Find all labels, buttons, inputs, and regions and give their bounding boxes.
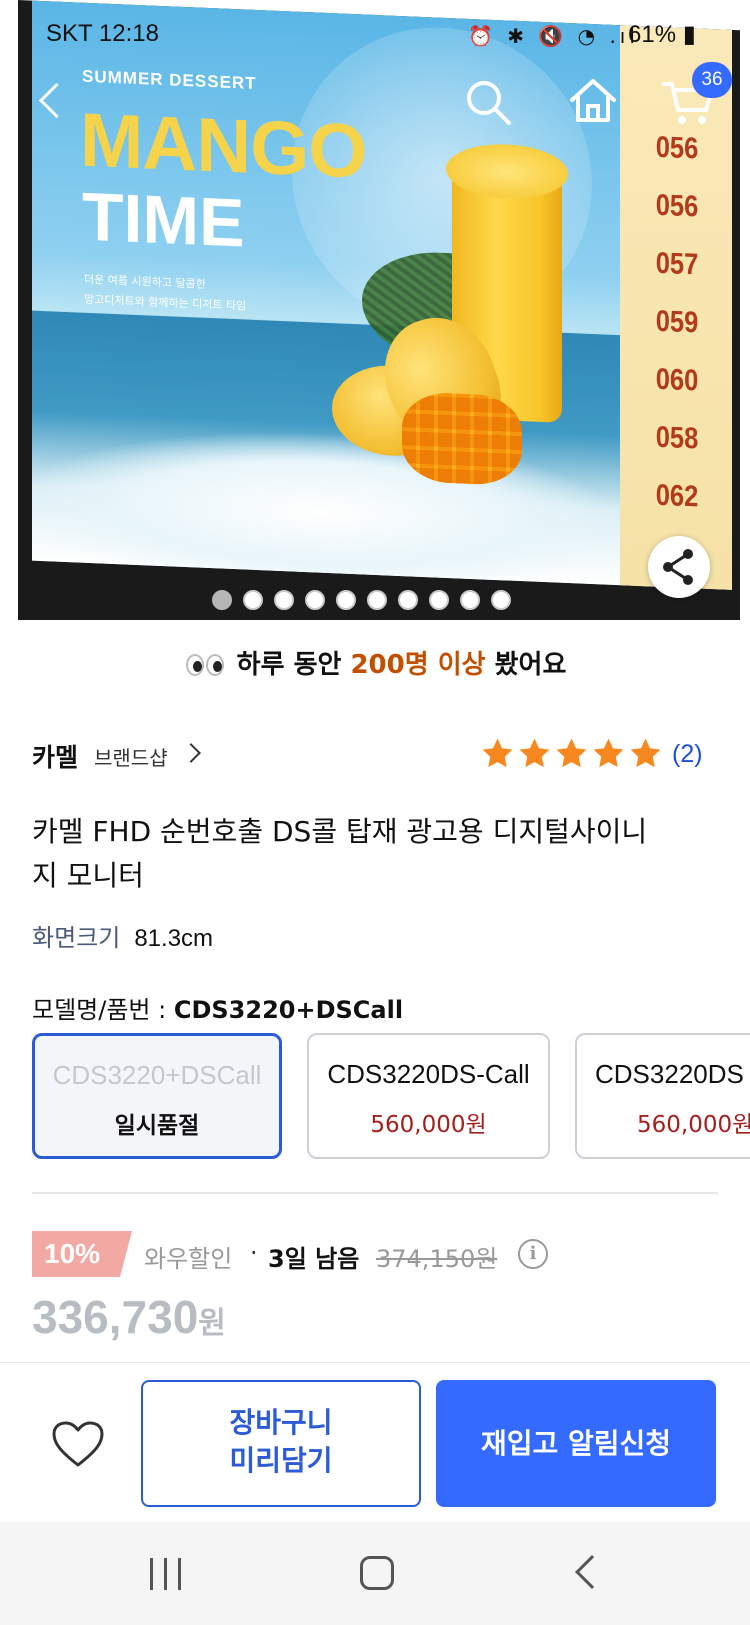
discount-type: 와우할인	[144, 1245, 233, 1273]
queue-number: 056	[655, 188, 699, 224]
ad-small-text: SUMMER DESSERT	[82, 66, 257, 93]
search-icon	[467, 81, 511, 125]
ad-subtitle-2: 망고디저트와 함께하는 디저트 타임	[84, 292, 247, 313]
back-button[interactable]	[30, 78, 70, 126]
heart-icon	[52, 1421, 104, 1467]
status-icons: ⏰ ✱ 🔇 ◔ .ıl	[468, 24, 639, 48]
spec-value: 81.3cm	[134, 925, 214, 952]
brand-shop-link[interactable]: 브랜드샵	[94, 742, 168, 771]
queue-number: 062	[655, 478, 699, 514]
product-title: 카멜 FHD 순번호출 DS콜 탑재 광고용 디지털사이니지 모니터	[32, 815, 648, 892]
queue-number: 056	[655, 130, 699, 166]
view-count-highlight: 200명 이상	[350, 650, 486, 680]
queue-number: 060	[655, 362, 699, 398]
carousel-dot[interactable]	[460, 590, 480, 610]
product-image-carousel[interactable]: SUMMER DESSERT MANGO TIME 더운 여름 시원하고 달콤한…	[0, 0, 750, 620]
system-navigation-bar	[0, 1522, 750, 1625]
queue-number: 058	[655, 420, 699, 456]
star-icon	[556, 738, 587, 768]
carousel-indicator	[212, 590, 511, 610]
system-home-button[interactable]	[360, 1556, 394, 1590]
system-back-button[interactable]	[575, 1555, 609, 1589]
mango-cube-image	[402, 391, 522, 487]
star-icon	[593, 738, 624, 768]
option-name: CDS3220+DSCall	[52, 1060, 262, 1090]
spec-label: 화면크기	[32, 924, 121, 952]
discount-row: 10% 와우할인 · 3일 남음 374,150원 i	[32, 1231, 732, 1277]
ad-title-time: TIME	[82, 178, 245, 262]
option-card[interactable]: CDS3220DS 560,000원	[575, 1033, 750, 1159]
battery-level: 61% ▮	[628, 21, 696, 48]
discount-rate-badge: 10%	[32, 1231, 132, 1277]
option-price: 560,000원	[637, 1112, 750, 1138]
option-card[interactable]: CDS3220DS-Call 560,000원	[307, 1033, 550, 1159]
carousel-dot-active[interactable]	[212, 590, 232, 610]
option-soldout: 일시품절	[114, 1113, 200, 1139]
monitor-frame: SUMMER DESSERT MANGO TIME 더운 여름 시원하고 달콤한…	[18, 0, 740, 620]
spec-screen-size: 화면크기 81.3cm	[32, 918, 213, 953]
ad-subtitle-1: 더운 여름 시원하고 달콤한	[84, 272, 206, 291]
discount-remaining: 3일 남음	[268, 1245, 360, 1273]
view-count-notice: 하루 동안 200명 이상 봤어요	[0, 644, 750, 681]
ad-title-mango: MANGO	[80, 97, 367, 195]
carousel-dot[interactable]	[336, 590, 356, 610]
brand-row: 카멜 브랜드샵 (2)	[32, 736, 718, 776]
divider	[32, 1192, 718, 1194]
queue-number: 059	[655, 304, 699, 340]
recent-apps-button[interactable]	[150, 1558, 184, 1590]
carrier-time: SKT 12:18	[46, 20, 159, 47]
home-button[interactable]	[566, 74, 620, 128]
review-count[interactable]: (2)	[672, 740, 703, 769]
sale-price: 336,730원	[32, 1291, 226, 1343]
carousel-dot[interactable]	[398, 590, 418, 610]
info-icon[interactable]: i	[518, 1239, 548, 1269]
share-button[interactable]	[648, 536, 710, 598]
carousel-dot[interactable]	[243, 590, 263, 610]
star-icon	[482, 738, 513, 768]
original-price: 374,150원	[376, 1245, 498, 1273]
brand-name[interactable]: 카멜	[32, 738, 78, 774]
carousel-dot[interactable]	[429, 590, 449, 610]
add-to-cart-preorder-button[interactable]: 장바구니 미리담기	[141, 1380, 421, 1507]
ad-screen: SUMMER DESSERT MANGO TIME 더운 여름 시원하고 달콤한…	[32, 0, 732, 590]
wishlist-button[interactable]	[50, 1419, 106, 1469]
carousel-dot[interactable]	[305, 590, 325, 610]
share-icon	[663, 549, 693, 585]
carousel-dot[interactable]	[274, 590, 294, 610]
carousel-dot[interactable]	[367, 590, 387, 610]
rating-stars[interactable]	[480, 736, 663, 771]
eyes-icon	[184, 650, 228, 680]
chevron-right-icon	[181, 743, 201, 763]
search-button[interactable]	[462, 76, 514, 128]
restock-alert-button[interactable]: 재입고 알림신청	[436, 1380, 716, 1507]
star-icon	[630, 738, 661, 768]
model-label: 모델명/품번 : CDS3220+DSCall	[32, 996, 404, 1024]
option-price: 560,000원	[370, 1112, 487, 1138]
queue-number: 057	[655, 246, 699, 282]
home-icon	[570, 79, 616, 122]
option-card-selected[interactable]: CDS3220+DSCall 일시품절	[32, 1033, 282, 1159]
bottom-action-bar: 장바구니 미리담기 재입고 알림신청	[0, 1362, 750, 1522]
option-name: CDS3220DS	[595, 1059, 744, 1089]
option-name: CDS3220DS-Call	[327, 1059, 530, 1089]
status-bar: SKT 12:18 ⏰ ✱ 🔇 ◔ .ıl 61% ▮	[0, 16, 750, 56]
cart-count-badge: 36	[692, 62, 732, 98]
carousel-dot[interactable]	[491, 590, 511, 610]
model-value: CDS3220+DSCall	[173, 996, 404, 1024]
star-icon	[519, 738, 550, 768]
